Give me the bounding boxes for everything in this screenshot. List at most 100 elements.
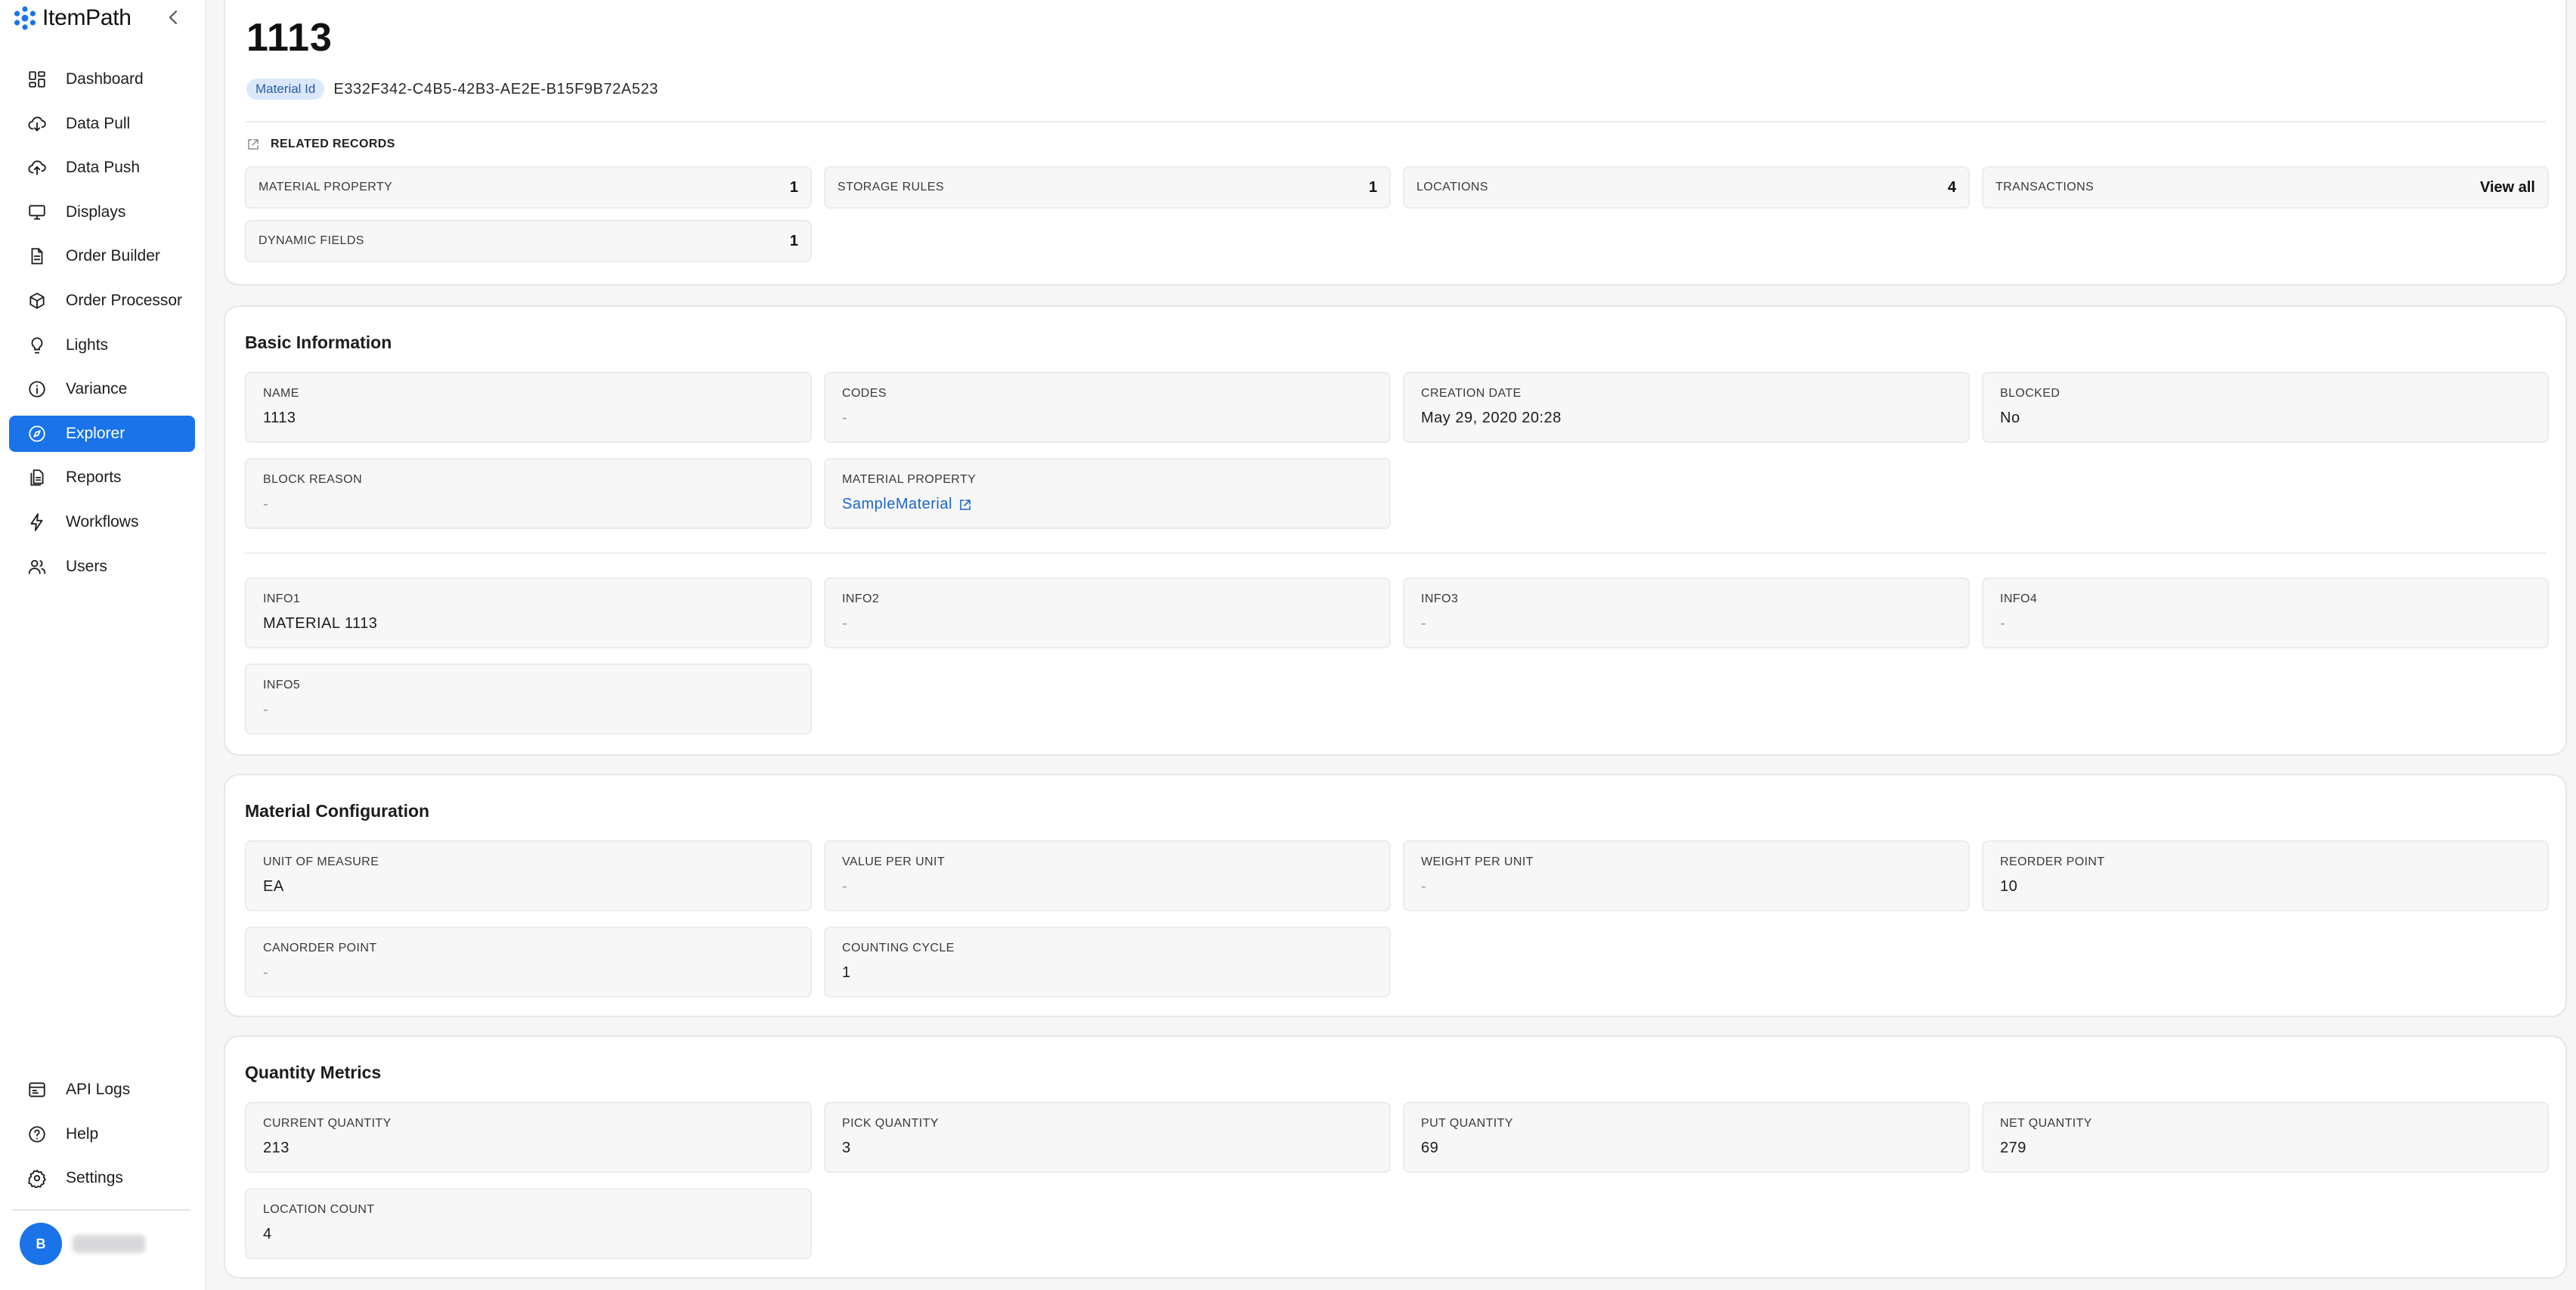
field-info4: INFO4 - bbox=[1982, 577, 2549, 648]
field-net-quantity: NET QUANTITY 279 bbox=[1982, 1102, 2549, 1173]
cloud-upload-icon bbox=[28, 160, 46, 175]
related-storage-rules[interactable]: STORAGE RULES 1 bbox=[824, 166, 1391, 209]
field-value: - bbox=[1421, 615, 1427, 632]
field-label: NET QUANTITY bbox=[2000, 1117, 2092, 1130]
field-label: PICK QUANTITY bbox=[842, 1117, 939, 1130]
material-property-link[interactable]: SampleMaterial bbox=[842, 496, 972, 513]
field-value: 10 bbox=[2000, 878, 2018, 895]
itempath-logo-icon bbox=[14, 6, 36, 30]
sidebar-item-label: Lights bbox=[66, 336, 109, 354]
field-label: LOCATION COUNT bbox=[263, 1203, 375, 1216]
gear-icon bbox=[28, 1169, 46, 1188]
sidebar-item-settings[interactable]: Settings bbox=[9, 1160, 195, 1196]
field-label: CURRENT QUANTITY bbox=[263, 1117, 392, 1130]
sidebar-item-label: API Logs bbox=[66, 1081, 131, 1098]
avatar[interactable]: B bbox=[20, 1223, 62, 1265]
sidebar-divider bbox=[12, 1209, 190, 1211]
field-block-reason: BLOCK REASON - bbox=[245, 458, 812, 529]
sidebar-item-data-pull[interactable]: Data Pull bbox=[9, 106, 195, 142]
material-property-link-text[interactable]: SampleMaterial bbox=[842, 496, 952, 513]
field-value: - bbox=[263, 964, 269, 981]
sidebar-item-help[interactable]: Help bbox=[9, 1116, 195, 1152]
help-icon bbox=[29, 1125, 45, 1143]
field-label: INFO1 bbox=[263, 592, 301, 605]
main-nav: Dashboard Data Pull Data Push Displays O… bbox=[9, 61, 195, 592]
sidebar-item-displays[interactable]: Displays bbox=[9, 194, 195, 230]
field-label: UNIT OF MEASURE bbox=[263, 855, 379, 868]
chevron-left-icon bbox=[169, 10, 178, 25]
sidebar-item-label: Order Processor bbox=[66, 291, 183, 309]
box-icon bbox=[29, 292, 45, 309]
sidebar-item-label: Workflows bbox=[66, 512, 139, 531]
field-blocked: BLOCKED No bbox=[1982, 372, 2549, 443]
sidebar-item-label: Data Push bbox=[66, 159, 141, 177]
field-canorder-point: CANORDER POINT - bbox=[245, 927, 812, 998]
field-codes: CODES - bbox=[824, 372, 1391, 443]
sidebar-item-label: Displays bbox=[66, 203, 126, 221]
sidebar-item-lights[interactable]: Lights bbox=[9, 327, 195, 363]
related-material-property[interactable]: MATERIAL PROPERTY 1 bbox=[245, 166, 812, 209]
field-label: BLOCKED bbox=[2000, 387, 2060, 400]
related-count: 1 bbox=[1368, 178, 1377, 196]
field-value: 279 bbox=[2000, 1140, 2026, 1156]
sidebar-item-order-processor[interactable]: Order Processor bbox=[9, 283, 195, 319]
users-icon bbox=[28, 559, 46, 574]
related-count: 1 bbox=[789, 178, 798, 196]
field-value: - bbox=[842, 410, 848, 426]
related-locations[interactable]: LOCATIONS 4 bbox=[1403, 166, 1970, 209]
section-divider bbox=[245, 552, 2546, 554]
sidebar-item-label: Reports bbox=[66, 469, 122, 487]
field-label: COUNTING CYCLE bbox=[842, 942, 955, 954]
sidebar-item-api-logs[interactable]: API Logs bbox=[9, 1072, 195, 1108]
sidebar-item-variance[interactable]: Variance bbox=[9, 371, 195, 407]
field-value: - bbox=[2000, 615, 2006, 632]
field-value: - bbox=[842, 878, 848, 895]
field-value: May 29, 2020 20:28 bbox=[1421, 410, 1562, 426]
page-title: 1113 bbox=[246, 16, 333, 60]
brand[interactable]: ItemPath bbox=[12, 3, 132, 33]
collapse-sidebar-button[interactable] bbox=[163, 6, 183, 29]
sidebar: ItemPath Dashboard Data Pull Data Push D… bbox=[0, 0, 206, 1290]
field-label: PUT QUANTITY bbox=[1421, 1117, 1513, 1130]
user-name-redacted bbox=[73, 1235, 145, 1253]
lightning-icon bbox=[30, 513, 43, 531]
sidebar-item-users[interactable]: Users bbox=[9, 549, 195, 585]
field-location-count: LOCATION COUNT 4 bbox=[245, 1188, 812, 1259]
related-transactions[interactable]: TRANSACTIONS View all bbox=[1982, 166, 2549, 209]
sidebar-item-explorer[interactable]: Explorer bbox=[9, 415, 195, 452]
field-value: 69 bbox=[1421, 1140, 1439, 1156]
monitor-icon bbox=[29, 205, 45, 220]
sidebar-item-data-push[interactable]: Data Push bbox=[9, 150, 195, 186]
sidebar-item-label: Help bbox=[66, 1124, 99, 1143]
bottom-nav: API Logs Help Settings bbox=[9, 1072, 195, 1205]
sidebar-item-order-builder[interactable]: Order Builder bbox=[9, 238, 195, 274]
field-label: REORDER POINT bbox=[2000, 855, 2105, 868]
field-unit-of-measure: UNIT OF MEASURE EA bbox=[245, 840, 812, 911]
sidebar-item-label: Users bbox=[66, 557, 107, 575]
sidebar-item-workflows[interactable]: Workflows bbox=[9, 504, 195, 540]
field-value: 1 bbox=[842, 964, 851, 981]
sidebar-item-reports[interactable]: Reports bbox=[9, 459, 195, 496]
material-id-value: E332F342-C4B5-42B3-AE2E-B15F9B72A523 bbox=[333, 80, 659, 97]
material-id-row: Material Id E332F342-C4B5-42B3-AE2E-B15F… bbox=[246, 79, 658, 100]
document-icon bbox=[31, 248, 43, 265]
sidebar-item-label: Dashboard bbox=[66, 70, 144, 88]
field-put-quantity: PUT QUANTITY 69 bbox=[1403, 1102, 1970, 1173]
header-divider bbox=[245, 121, 2546, 122]
related-label: STORAGE RULES bbox=[838, 181, 944, 193]
related-label: TRANSACTIONS bbox=[1995, 181, 2095, 193]
field-label: BLOCK REASON bbox=[263, 473, 363, 486]
field-material-property: MATERIAL PROPERTY SampleMaterial bbox=[824, 458, 1391, 529]
sidebar-item-label: Explorer bbox=[66, 424, 125, 442]
field-value: 3 bbox=[842, 1140, 851, 1156]
api-logs-icon bbox=[29, 1082, 45, 1097]
dashboard-icon bbox=[29, 71, 45, 88]
sidebar-item-dashboard[interactable]: Dashboard bbox=[9, 61, 195, 97]
field-value: 4 bbox=[263, 1226, 272, 1242]
related-dynamic-fields[interactable]: DYNAMIC FIELDS 1 bbox=[245, 220, 812, 262]
field-value-per-unit: VALUE PER UNIT - bbox=[824, 840, 1391, 911]
view-all-link[interactable]: View all bbox=[2480, 179, 2535, 196]
field-label: CODES bbox=[842, 387, 887, 400]
field-label: INFO4 bbox=[2000, 592, 2038, 605]
field-value: - bbox=[263, 701, 269, 718]
